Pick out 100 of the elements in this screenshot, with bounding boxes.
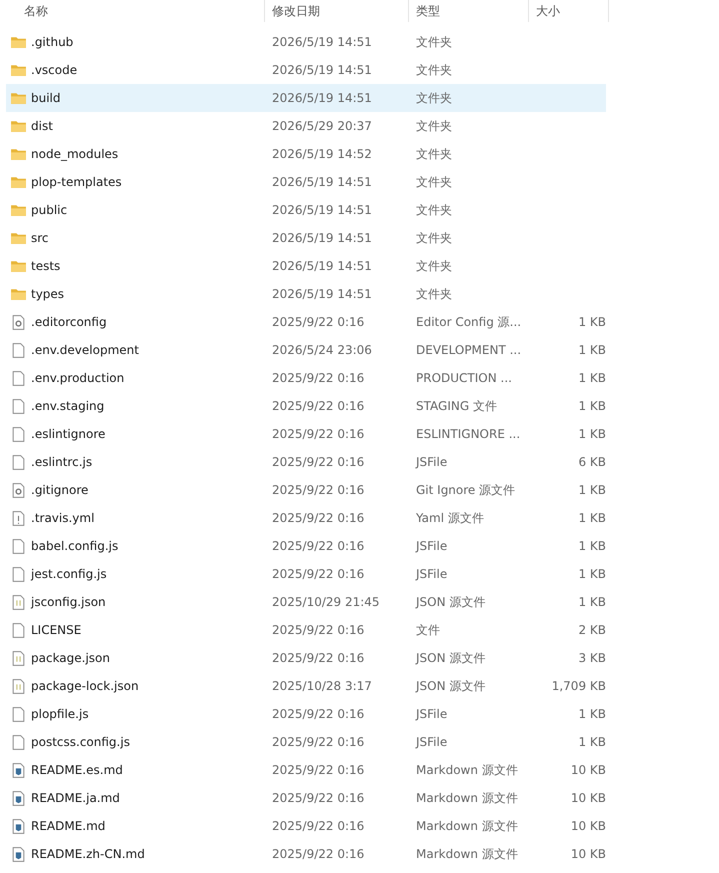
modified-date: 2026/5/29 20:37 bbox=[271, 119, 373, 133]
settings-file-icon bbox=[10, 314, 27, 330]
modified-date: 2026/5/19 14:51 bbox=[271, 287, 373, 301]
file-size: 10 KB bbox=[570, 763, 606, 777]
file-name: .env.development bbox=[31, 343, 139, 357]
modified-date: 2025/9/22 0:16 bbox=[271, 427, 366, 441]
file-row[interactable]: README.es.md 2025/9/22 0:16 Markdown 源文件 10 KB bbox=[6, 756, 606, 784]
modified-date: 2026/5/19 14:52 bbox=[271, 147, 373, 161]
modified-date: 2025/10/28 3:17 bbox=[271, 679, 373, 693]
file-row[interactable]: .eslintignore 2025/9/22 0:16 ESLINTIGNORE ... 1 KB bbox=[6, 420, 606, 448]
file-row[interactable]: src 2026/5/19 14:51 文件夹 bbox=[6, 224, 606, 252]
file-name: build bbox=[31, 91, 61, 105]
modified-date: 2026/5/19 14:51 bbox=[271, 203, 373, 217]
json-file-icon bbox=[10, 678, 27, 694]
modified-date: 2025/9/22 0:16 bbox=[271, 399, 366, 413]
file-row[interactable]: .eslintrc.js 2025/9/22 0:16 JSFile 6 KB bbox=[6, 448, 606, 476]
modified-date: 2025/9/22 0:16 bbox=[271, 735, 366, 749]
file-row[interactable]: .env.staging 2025/9/22 0:16 STAGING 文件 1 KB bbox=[6, 392, 606, 420]
file-icon bbox=[10, 398, 27, 414]
file-row[interactable]: .vscode 2026/5/19 14:51 文件夹 bbox=[6, 56, 606, 84]
file-type: ESLINTIGNORE ... bbox=[415, 427, 522, 441]
column-header[interactable]: 名称 bbox=[0, 0, 265, 22]
modified-date: 2025/9/22 0:16 bbox=[271, 763, 366, 777]
file-type: JSON 源文件 bbox=[414, 650, 486, 666]
file-row[interactable]: node_modules 2026/5/19 14:52 文件夹 bbox=[6, 140, 606, 168]
file-row[interactable]: postcss.config.js 2025/9/22 0:16 JSFile 1 KB bbox=[6, 728, 606, 756]
modified-date: 2025/9/22 0:16 bbox=[271, 371, 366, 385]
modified-date: 2026/5/19 14:51 bbox=[271, 231, 373, 245]
file-row[interactable]: .github 2026/5/19 14:51 文件夹 bbox=[6, 28, 606, 56]
file-row[interactable]: jest.config.js 2025/9/22 0:16 JSFile 1 KB bbox=[6, 560, 606, 588]
file-icon bbox=[10, 622, 27, 638]
file-row[interactable]: dist 2026/5/29 20:37 文件夹 bbox=[6, 112, 606, 140]
file-row[interactable]: types 2026/5/19 14:51 文件夹 bbox=[6, 280, 606, 308]
file-type: 文件夹 bbox=[415, 174, 453, 190]
file-size: 1 KB bbox=[578, 511, 606, 525]
file-type: JSFile bbox=[414, 707, 448, 721]
file-row[interactable]: README.ja.md 2025/9/22 0:16 Markdown 源文件 10 KB bbox=[6, 784, 606, 812]
file-type: Git Ignore 源文件 bbox=[415, 482, 516, 498]
file-row[interactable]: package-lock.json 2025/10/28 3:17 JSON 源文件 1,709 KB bbox=[6, 672, 606, 700]
file-row[interactable]: public 2026/5/19 14:51 文件夹 bbox=[6, 196, 606, 224]
file-row[interactable]: jsconfig.json 2025/10/29 21:45 JSON 源文件 1 KB bbox=[6, 588, 606, 616]
file-icon bbox=[10, 706, 27, 722]
column-header[interactable]: 修改日期 bbox=[265, 0, 409, 22]
file-type: 文件夹 bbox=[415, 146, 453, 162]
file-row[interactable]: .env.production 2025/9/22 0:16 PRODUCTION ... 1 KB bbox=[6, 364, 606, 392]
file-name: README.zh-CN.md bbox=[31, 847, 145, 861]
file-size: 10 KB bbox=[570, 791, 606, 805]
file-row[interactable]: .gitignore 2025/9/22 0:16 Git Ignore 源文件 1 KB bbox=[6, 476, 606, 504]
file-row[interactable]: README.zh-CN.md 2025/9/22 0:16 Markdown 源文件 10 KB bbox=[6, 840, 606, 868]
file-icon bbox=[10, 538, 27, 554]
modified-date: 2025/9/22 0:16 bbox=[271, 847, 366, 861]
file-size: 1 KB bbox=[578, 343, 606, 357]
file-name: jsconfig.json bbox=[31, 595, 106, 609]
file-row[interactable]: build 2026/5/19 14:51 文件夹 bbox=[6, 84, 606, 112]
file-type: Yaml 源文件 bbox=[415, 510, 485, 526]
file-type: 文件夹 bbox=[415, 90, 453, 106]
file-type: 文件夹 bbox=[415, 230, 453, 246]
script-file-icon bbox=[10, 510, 27, 526]
file-type: JSFile bbox=[414, 539, 448, 553]
file-type: 文件夹 bbox=[415, 62, 453, 78]
modified-date: 2026/5/24 23:06 bbox=[271, 343, 373, 357]
file-name: LICENSE bbox=[31, 623, 82, 637]
file-name: postcss.config.js bbox=[31, 735, 130, 749]
modified-date: 2026/5/19 14:51 bbox=[271, 63, 373, 77]
file-type: Markdown 源文件 bbox=[415, 790, 519, 806]
modified-date: 2025/9/22 0:16 bbox=[271, 819, 366, 833]
file-type: Editor Config 源... bbox=[415, 314, 522, 330]
file-icon bbox=[10, 342, 27, 358]
column-header[interactable]: 类型 bbox=[409, 0, 529, 22]
markdown-file-icon bbox=[10, 762, 27, 778]
modified-date: 2025/9/22 0:16 bbox=[271, 511, 366, 525]
markdown-file-icon bbox=[10, 846, 27, 862]
file-row[interactable]: tests 2026/5/19 14:51 文件夹 bbox=[6, 252, 606, 280]
file-size: 1 KB bbox=[578, 567, 606, 581]
file-row[interactable]: plopfile.js 2025/9/22 0:16 JSFile 1 KB bbox=[6, 700, 606, 728]
file-size: 1 KB bbox=[578, 539, 606, 553]
file-row[interactable]: plop-templates 2026/5/19 14:51 文件夹 bbox=[6, 168, 606, 196]
file-name: tests bbox=[31, 259, 60, 273]
file-name: .vscode bbox=[31, 63, 78, 77]
file-row[interactable]: .editorconfig 2025/9/22 0:16 Editor Config 源... 1 KB bbox=[6, 308, 606, 336]
file-type: JSFile bbox=[414, 455, 448, 469]
modified-date: 2025/9/22 0:16 bbox=[271, 539, 366, 553]
file-row[interactable]: .env.development 2026/5/24 23:06 DEVELOPMENT ... 1 KB bbox=[6, 336, 606, 364]
file-size: 1,709 KB bbox=[552, 679, 606, 693]
file-row[interactable]: package.json 2025/9/22 0:16 JSON 源文件 3 KB bbox=[6, 644, 606, 672]
file-name: dist bbox=[31, 119, 53, 133]
file-row[interactable]: babel.config.js 2025/9/22 0:16 JSFile 1 KB bbox=[6, 532, 606, 560]
column-header[interactable]: 大小 bbox=[529, 0, 609, 22]
file-name: plop-templates bbox=[31, 175, 122, 189]
file-name: README.es.md bbox=[31, 763, 123, 777]
file-type: DEVELOPMENT ... bbox=[415, 343, 522, 357]
file-name: .env.staging bbox=[31, 399, 104, 413]
file-size: 6 KB bbox=[578, 455, 606, 469]
markdown-file-icon bbox=[10, 790, 27, 806]
file-row[interactable]: README.md 2025/9/22 0:16 Markdown 源文件 10 KB bbox=[6, 812, 606, 840]
file-type: 文件夹 bbox=[415, 202, 453, 218]
file-row[interactable]: .travis.yml 2025/9/22 0:16 Yaml 源文件 1 KB bbox=[6, 504, 606, 532]
file-name: README.md bbox=[31, 819, 106, 833]
file-row[interactable]: LICENSE 2025/9/22 0:16 文件 2 KB bbox=[6, 616, 606, 644]
file-name: .eslintignore bbox=[31, 427, 106, 441]
